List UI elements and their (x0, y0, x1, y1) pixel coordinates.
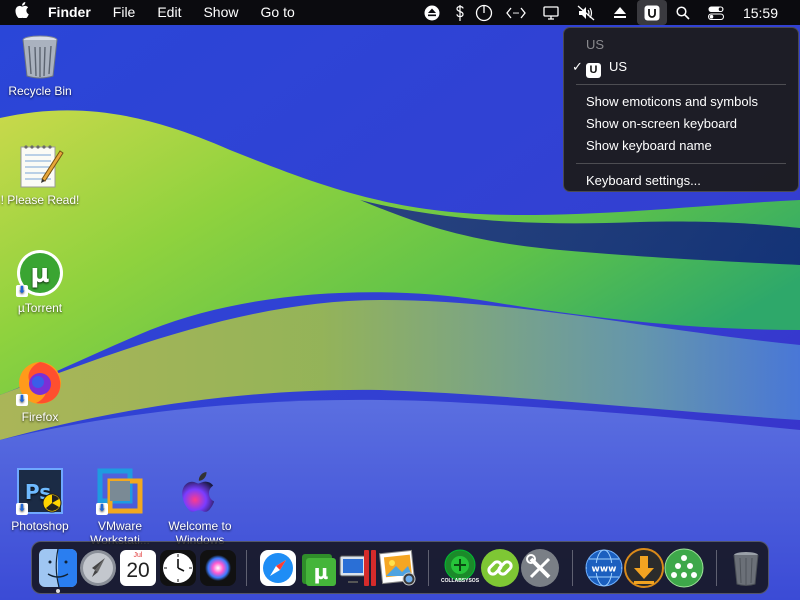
desktop-icon-welcome[interactable]: Welcome to Windows (160, 467, 240, 547)
collabsysos-label: COLLABSYSOS (440, 578, 480, 584)
clock-icon[interactable] (158, 548, 198, 588)
launchpad-icon[interactable] (78, 548, 118, 588)
menu-separator (576, 84, 786, 85)
menu-edit[interactable]: Edit (146, 0, 192, 25)
calendar-icon[interactable]: Jul 20 (118, 548, 158, 588)
eject-icon[interactable] (416, 0, 449, 25)
dock-separator (716, 550, 717, 586)
input-source-badge: U (586, 63, 601, 78)
show-keyboard-name-item[interactable]: Show keyboard name (564, 135, 798, 157)
preview-icon[interactable] (378, 548, 418, 588)
utorrent-icon[interactable]: µ (298, 548, 338, 588)
shortcut-arrow-icon: ⬇ (16, 285, 28, 297)
power-icon[interactable] (471, 0, 497, 25)
desktop-icon-firefox[interactable]: ⬇ Firefox (0, 358, 80, 424)
finder-icon[interactable] (38, 548, 78, 588)
link-icon[interactable] (480, 548, 520, 588)
status-area: 15:59 (416, 0, 800, 25)
desktop-icon-label: Photoshop (11, 519, 69, 533)
dollar-icon[interactable] (449, 0, 471, 25)
vmware-icon: ⬇ (96, 467, 144, 515)
input-source-us-item[interactable]: ✓ U US (564, 56, 798, 78)
input-source-menu: US ✓ U US Show emoticons and symbols Show… (563, 27, 799, 192)
desktop-icon-label: Firefox (21, 410, 59, 424)
show-emoticons-item[interactable]: Show emoticons and symbols (564, 91, 798, 113)
calendar-month: Jul (133, 552, 143, 559)
mute-icon[interactable] (568, 0, 604, 25)
firefox-icon: ⬇ (16, 358, 64, 406)
www-icon[interactable]: www (584, 548, 624, 588)
shortcut-arrow-icon: ⬇ (16, 503, 28, 515)
trash-icon[interactable] (726, 548, 766, 588)
calendar-day: 20 (126, 559, 150, 582)
shortcut-arrow-icon: ⬇ (16, 394, 28, 406)
show-onscreen-keyboard-item[interactable]: Show on-screen keyboard (564, 113, 798, 135)
keyboard-input-u-icon[interactable] (636, 0, 667, 25)
dock-separator (246, 550, 247, 586)
code-icon[interactable] (497, 0, 535, 25)
control-center-icon[interactable] (700, 0, 733, 25)
display-icon[interactable] (535, 0, 568, 25)
collabsysos-icon[interactable]: COLLABSYSOS (440, 548, 480, 588)
search-icon[interactable] (667, 0, 700, 25)
desktop-icon-label: µTorrent (17, 301, 63, 315)
input-menu-header: US (586, 37, 605, 52)
desktop-icon-please-read[interactable]: ! Please Read! (0, 141, 80, 207)
menu-file[interactable]: File (102, 0, 147, 25)
desktop-icon-label: ! Please Read! (0, 193, 80, 207)
svg-text:µ: µ (30, 259, 49, 289)
shortcut-arrow-icon: ⬇ (96, 503, 108, 515)
running-indicator (56, 589, 60, 593)
checkmark-icon: ✓ (572, 59, 583, 74)
photoshop-icon: Ps ⬇ (16, 467, 64, 515)
input-source-label: US (609, 59, 628, 74)
menu-go-to[interactable]: Go to (250, 0, 306, 25)
utorrent-icon: µ ⬇ (16, 249, 64, 297)
eject-triangle-icon[interactable] (604, 0, 637, 25)
svg-text:www: www (592, 565, 617, 575)
download-icon[interactable] (624, 548, 664, 588)
dock: Jul 20 µ COLLABSYSOS www (31, 541, 769, 594)
notepad-icon (16, 141, 64, 189)
parallels-icon[interactable] (338, 548, 378, 588)
desktop-icon-recycle-bin[interactable]: Recycle Bin (0, 32, 80, 98)
menu-app-name[interactable]: Finder (44, 0, 102, 25)
desktop-icon-utorrent[interactable]: µ ⬇ µTorrent (0, 249, 80, 315)
safari-icon[interactable] (258, 548, 298, 588)
menu-clock[interactable]: 15:59 (733, 5, 800, 21)
desktop-icon-vmware[interactable]: ⬇ VMware Workstati... (80, 467, 160, 547)
tools-icon[interactable] (520, 548, 560, 588)
menu-show[interactable]: Show (192, 0, 249, 25)
apple-logo-icon[interactable] (0, 2, 44, 23)
menu-bar: Finder File Edit Show Go to 15:59 (0, 0, 800, 25)
network-icon[interactable] (664, 548, 704, 588)
siri-icon[interactable] (198, 548, 238, 588)
keyboard-settings-item[interactable]: Keyboard settings... (564, 170, 798, 192)
dock-separator (428, 550, 429, 586)
recycle-bin-icon (16, 32, 64, 80)
apple-welcome-icon (176, 467, 224, 515)
desktop-icon-label: Recycle Bin (8, 84, 72, 98)
menu-separator (576, 163, 786, 164)
desktop-icon-photoshop[interactable]: Ps ⬇ Photoshop (0, 467, 80, 533)
svg-text:µ: µ (314, 560, 329, 584)
dock-separator (572, 550, 573, 586)
